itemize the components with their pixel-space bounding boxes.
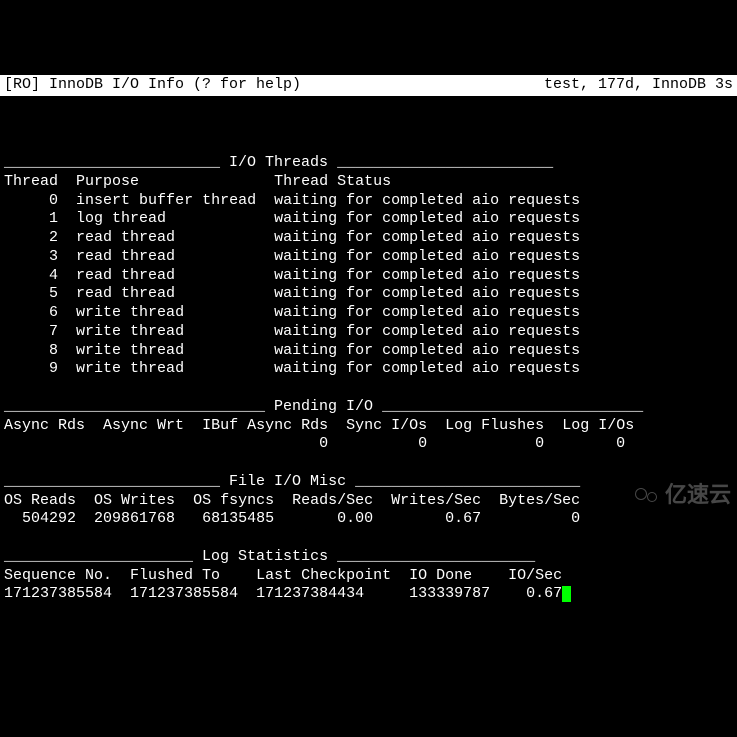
row-status: waiting for completed aio requests: [274, 192, 580, 209]
th: OS Reads: [4, 492, 76, 509]
row-purpose: write thread: [76, 323, 184, 340]
io-threads-title: I/O Threads: [229, 154, 328, 171]
val: 171237385584: [130, 585, 238, 602]
pending-io-title: Pending I/O: [274, 398, 373, 415]
th: Log Flushes: [445, 417, 544, 434]
th: Last Checkpoint: [256, 567, 391, 584]
row-purpose: write thread: [76, 304, 184, 321]
file-io-misc-title: File I/O Misc: [229, 473, 346, 490]
th: Sequence No.: [4, 567, 112, 584]
header-right: test, 177d, InnoDB 3s: [544, 76, 733, 95]
val: 0: [571, 510, 580, 527]
th: Log I/Os: [562, 417, 634, 434]
row-purpose: read thread: [76, 267, 175, 284]
row-id: 0: [49, 192, 58, 209]
th: IO/Sec: [508, 567, 562, 584]
row-status: waiting for completed aio requests: [274, 248, 580, 265]
th: Bytes/Sec: [499, 492, 580, 509]
val: 171237385584: [4, 585, 112, 602]
section-rule: ________________________: [4, 473, 229, 490]
th: Reads/Sec: [292, 492, 373, 509]
val: 0: [535, 435, 544, 452]
row-id: 6: [49, 304, 58, 321]
header-bar: [RO] InnoDB I/O Info (? for help) test, …: [0, 75, 737, 96]
row-status: waiting for completed aio requests: [274, 285, 580, 302]
th: OS fsyncs: [193, 492, 274, 509]
row-id: 4: [49, 267, 58, 284]
row-id: 5: [49, 285, 58, 302]
watermark-icon: [635, 486, 661, 502]
row-status: waiting for completed aio requests: [274, 304, 580, 321]
row-purpose: read thread: [76, 248, 175, 265]
val: 0.67: [526, 585, 562, 602]
row-id: 7: [49, 323, 58, 340]
section-rule: _____________________________: [4, 398, 274, 415]
row-status: waiting for completed aio requests: [274, 323, 580, 340]
section-rule: ________________________: [328, 154, 553, 171]
th: Async Rds: [4, 417, 85, 434]
watermark-text: 亿速云: [665, 481, 731, 509]
th: Writes/Sec: [391, 492, 481, 509]
row-purpose: read thread: [76, 285, 175, 302]
val: 133339787: [409, 585, 490, 602]
row-id: 3: [49, 248, 58, 265]
row-status: waiting for completed aio requests: [274, 229, 580, 246]
th: Async Wrt: [103, 417, 184, 434]
row-status: waiting for completed aio requests: [274, 210, 580, 227]
row-id: 9: [49, 360, 58, 377]
section-rule: ______________________: [328, 548, 535, 565]
th: IBuf Async Rds: [202, 417, 328, 434]
th: Flushed To: [130, 567, 220, 584]
val: 68135485: [202, 510, 274, 527]
row-purpose: insert buffer thread: [76, 192, 256, 209]
row-purpose: write thread: [76, 360, 184, 377]
th: OS Writes: [94, 492, 175, 509]
val: 0: [418, 435, 427, 452]
row-id: 8: [49, 342, 58, 359]
th: IO Done: [409, 567, 472, 584]
section-rule: _____________________: [4, 548, 202, 565]
th: Sync I/Os: [346, 417, 427, 434]
val: 0.00: [337, 510, 373, 527]
section-rule: _________________________: [346, 473, 580, 490]
row-status: waiting for completed aio requests: [274, 267, 580, 284]
watermark: 亿速云: [635, 481, 731, 509]
val: 0.67: [445, 510, 481, 527]
row-id: 2: [49, 229, 58, 246]
val: 504292: [22, 510, 76, 527]
row-purpose: log thread: [76, 210, 166, 227]
row-purpose: read thread: [76, 229, 175, 246]
val: 0: [616, 435, 625, 452]
row-status: waiting for completed aio requests: [274, 342, 580, 359]
section-rule: ________________________: [4, 154, 229, 171]
terminal-content: ________________________ I/O Threads ___…: [0, 133, 737, 606]
cursor: [562, 586, 571, 602]
row-id: 1: [49, 210, 58, 227]
header-left: [RO] InnoDB I/O Info (? for help): [4, 76, 301, 95]
th-purpose: Purpose: [76, 173, 139, 190]
val: 209861768: [94, 510, 175, 527]
th-thread: Thread: [4, 173, 58, 190]
val: 171237384434: [256, 585, 364, 602]
val: 0: [319, 435, 328, 452]
row-purpose: write thread: [76, 342, 184, 359]
log-stats-title: Log Statistics: [202, 548, 328, 565]
row-status: waiting for completed aio requests: [274, 360, 580, 377]
th-status: Thread Status: [274, 173, 391, 190]
section-rule: _____________________________: [373, 398, 643, 415]
